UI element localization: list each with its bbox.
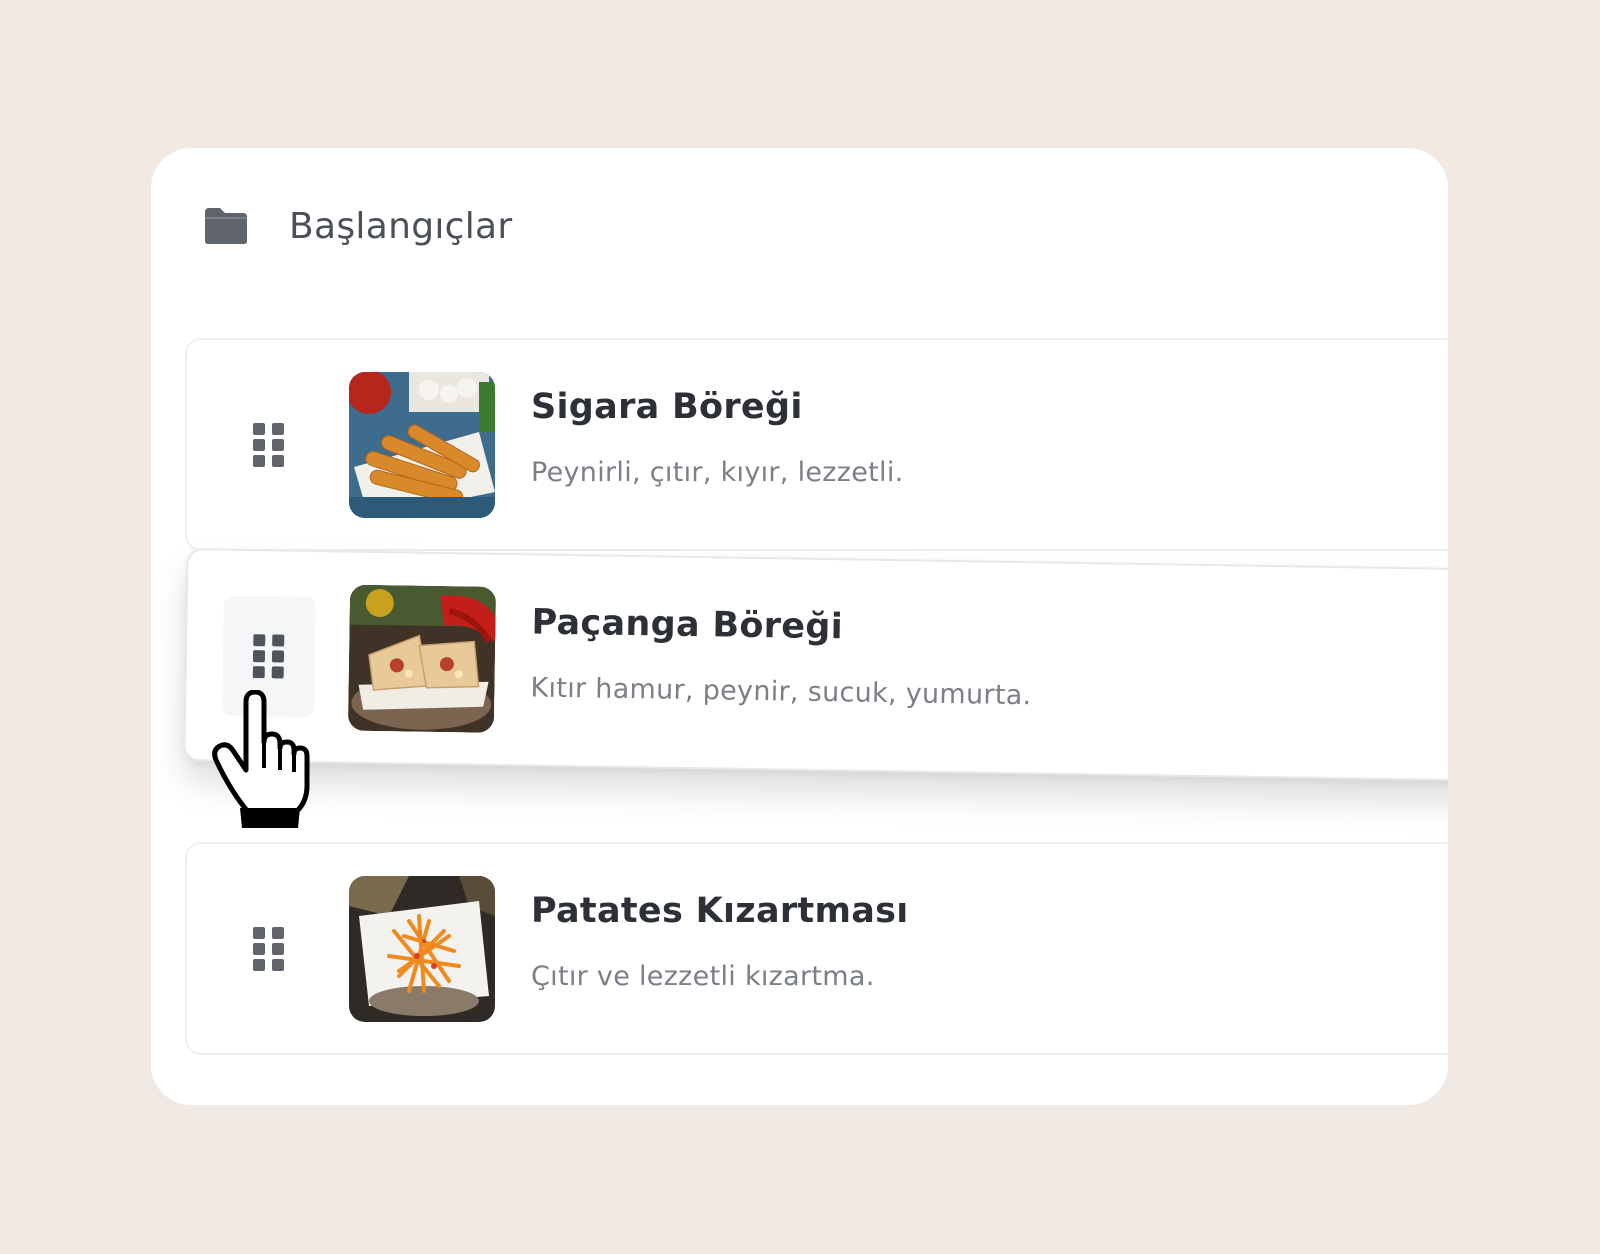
menu-item-row[interactable]: Patates Kızartması Çıtır ve lezzetli kız…	[185, 842, 1448, 1055]
hand-pointer-icon	[212, 690, 310, 828]
drag-handle[interactable]	[223, 889, 315, 1009]
grip-dots-icon	[252, 633, 285, 679]
grip-dots-icon	[253, 926, 284, 971]
menu-item-row-dragging[interactable]: Paçanga Böreği Kıtır hamur, peynir, sucu…	[183, 548, 1448, 782]
menu-item-description: Çıtır ve lezzetli kızartma.	[531, 960, 875, 992]
category-card: Başlangıçlar Sigara Böreği Peynirli, çıt…	[151, 148, 1448, 1105]
folder-icon	[205, 208, 247, 244]
menu-item-row[interactable]: Sigara Böreği Peynirli, çıtır, kıyır, le…	[185, 338, 1448, 551]
category-title: Başlangıçlar	[289, 205, 513, 247]
drag-handle[interactable]	[223, 385, 315, 505]
grip-dots-icon	[253, 422, 284, 467]
menu-item-title: Sigara Böreği	[531, 386, 803, 427]
menu-item-description: Peynirli, çıtır, kıyır, lezzetli.	[531, 456, 904, 488]
menu-item-text: Patates Kızartması Çıtır ve lezzetli kız…	[531, 891, 909, 992]
patates-kizartmasi-photo	[349, 875, 495, 1022]
pacanga-boregi-photo	[347, 584, 497, 733]
menu-item-title: Paçanga Böreği	[531, 601, 844, 647]
menu-item-text: Paçanga Böreği Kıtır hamur, peynir, sucu…	[530, 602, 1033, 711]
menu-item-title: Patates Kızartması	[531, 890, 909, 931]
menu-item-description: Kıtır hamur, peynir, sucuk, yumurta.	[530, 671, 1032, 711]
category-header: Başlangıçlar	[203, 196, 513, 256]
sigara-boregi-photo	[349, 371, 495, 518]
menu-item-text: Sigara Böreği Peynirli, çıtır, kıyır, le…	[531, 387, 904, 488]
